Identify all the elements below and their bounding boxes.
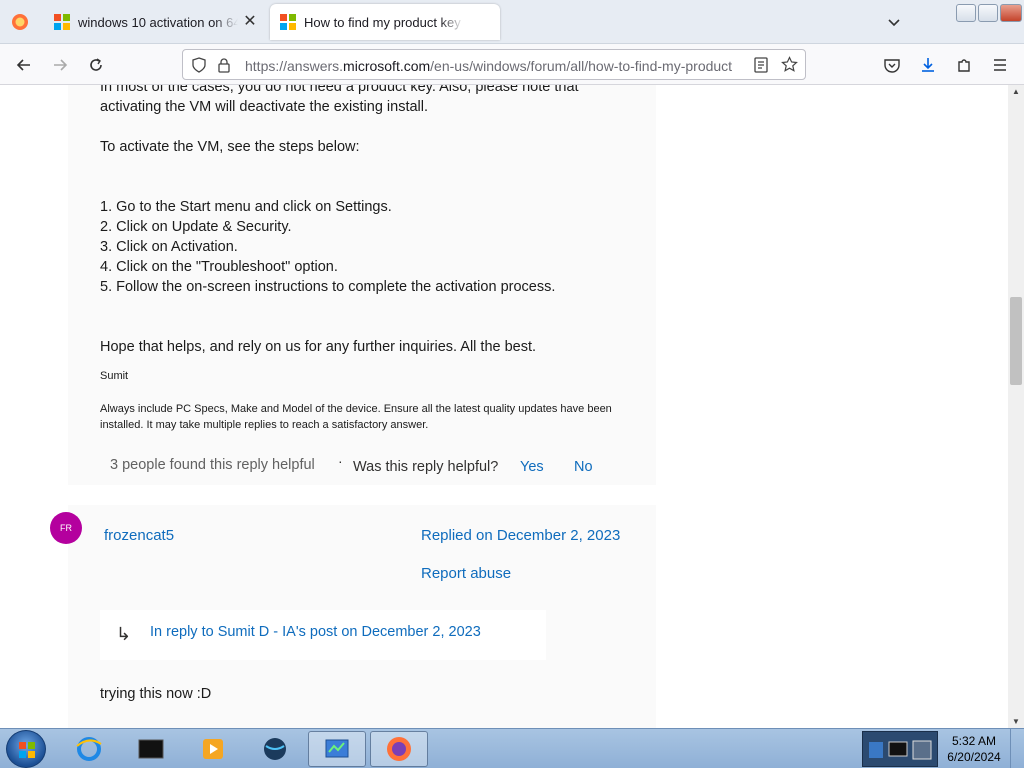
closing-text: Hope that helps, and rely on us for any …: [100, 339, 537, 355]
window-controls: [956, 4, 1022, 22]
helpful-question: Was this reply helpful?: [353, 459, 499, 475]
helpful-count: 3 people found this reply helpful: [110, 457, 315, 473]
step-item: 3. Click on Activation.: [100, 239, 238, 255]
tab-product-key[interactable]: How to find my product key: [270, 4, 500, 40]
helpful-no-button[interactable]: No: [574, 459, 593, 475]
helpful-yes-button[interactable]: Yes: [520, 459, 544, 475]
scroll-down-icon[interactable]: ▼: [1012, 717, 1020, 726]
forward-icon[interactable]: [48, 53, 72, 77]
globe-icon[interactable]: [246, 731, 304, 767]
page-content: In most of the cases, you do not need a …: [0, 85, 1008, 728]
tracking-protection-icon[interactable]: [191, 57, 207, 78]
pocket-icon[interactable]: [880, 53, 904, 77]
lock-icon[interactable]: [217, 57, 231, 78]
media-player-icon[interactable]: [184, 731, 242, 767]
task-manager-icon[interactable]: [308, 731, 366, 767]
microsoft-logo-icon: [54, 14, 70, 30]
back-icon[interactable]: [12, 53, 36, 77]
helpful-row: 3 people found this reply helpful: [110, 457, 315, 473]
tab-windows-activation[interactable]: windows 10 activation on 64 bit ✕: [44, 4, 266, 40]
tab-title: How to find my product key: [304, 14, 461, 30]
avatar[interactable]: FR: [50, 512, 82, 544]
reload-icon[interactable]: [84, 53, 108, 77]
step-item: 5. Follow the on-screen instructions to …: [100, 279, 556, 295]
signature-note: Always include PC Specs, Make and Model …: [100, 403, 612, 431]
url-path: /en-us/windows/forum/all/how-to-find-my-…: [430, 58, 733, 74]
close-tab-icon[interactable]: ✕: [242, 14, 258, 30]
reader-view-icon[interactable]: [753, 57, 769, 78]
scrollbar-thumb[interactable]: [1010, 297, 1022, 385]
tab-strip: windows 10 activation on 64 bit ✕ How to…: [0, 0, 1024, 44]
url-prefix: https://answers.: [245, 58, 344, 74]
restore-button[interactable]: [978, 4, 998, 22]
step-item: 4. Click on the "Troubleshoot" option.: [100, 259, 338, 275]
address-bar[interactable]: https://answers.microsoft.com/en-us/wind…: [182, 49, 806, 80]
reply-arrow-icon: ↳: [116, 624, 132, 644]
start-button[interactable]: [6, 730, 46, 768]
clock-date: 6/20/2024: [947, 750, 1001, 764]
signature-name: Sumit: [100, 370, 129, 382]
steps-intro: To activate the VM, see the steps below:: [100, 139, 360, 155]
bookmark-star-icon[interactable]: [781, 56, 798, 78]
terminal-icon[interactable]: [122, 731, 180, 767]
extensions-icon[interactable]: [952, 53, 976, 77]
tab-title: windows 10 activation on 64 bit: [78, 14, 238, 30]
taskbar-clock[interactable]: 5:32 AM 6/20/2024: [942, 733, 1006, 765]
report-abuse-link[interactable]: Report abuse: [421, 565, 511, 582]
firefox-view-icon[interactable]: [8, 10, 32, 34]
in-reply-to-box: ↳ In reply to Sumit D - IA's post on Dec…: [100, 610, 546, 660]
taskbar: 5:32 AM 6/20/2024: [0, 728, 1024, 768]
replied-on-link[interactable]: Replied on December 2, 2023: [421, 527, 620, 544]
step-item: 2. Click on Update & Security.: [100, 219, 292, 235]
separator-dot: ·: [338, 453, 343, 469]
downloads-icon[interactable]: [916, 53, 940, 77]
minimize-button[interactable]: [956, 4, 976, 22]
clock-time: 5:32 AM: [951, 734, 997, 748]
close-window-button[interactable]: [1000, 4, 1022, 22]
url-text: https://answers.microsoft.com/en-us/wind…: [245, 58, 745, 74]
navigation-toolbar: https://answers.microsoft.com/en-us/wind…: [0, 44, 1024, 85]
post-intro-line-1: In most of the cases, you do not need a …: [100, 85, 579, 95]
scroll-up-icon[interactable]: ▲: [1012, 87, 1020, 96]
vertical-scrollbar[interactable]: ▲ ▼: [1008, 85, 1024, 728]
url-domain: microsoft.com: [343, 58, 431, 74]
step-item: 1. Go to the Start menu and click on Set…: [100, 199, 392, 215]
internet-explorer-icon[interactable]: [60, 731, 118, 767]
post-intro-line-2: activating the VM will deactivate the ex…: [100, 99, 429, 115]
microsoft-logo-icon: [280, 14, 296, 30]
in-reply-to-link[interactable]: In reply to Sumit D - IA's post on Decem…: [150, 624, 481, 640]
reply-body: trying this now :D: [100, 686, 212, 702]
list-all-tabs-icon[interactable]: [884, 12, 904, 32]
firefox-taskbar-icon[interactable]: [370, 731, 428, 767]
show-desktop-button[interactable]: [1010, 729, 1024, 768]
system-tray[interactable]: [862, 731, 938, 767]
reply-author-link[interactable]: frozencat5: [104, 527, 174, 544]
hamburger-menu-icon[interactable]: [988, 53, 1012, 77]
